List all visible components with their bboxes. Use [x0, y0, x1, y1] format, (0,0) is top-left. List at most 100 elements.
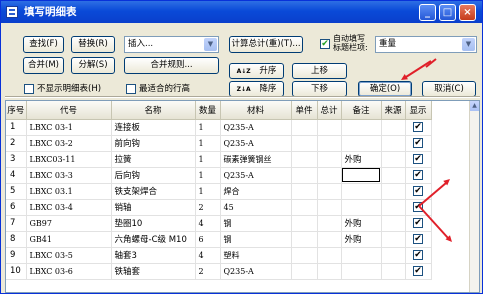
- split-button[interactable]: 分解(S): [71, 57, 115, 74]
- hide-detail-checkbox[interactable]: [24, 84, 34, 94]
- show-checkbox[interactable]: ✔: [413, 153, 423, 164]
- material-cell[interactable]: Q235-A: [220, 135, 292, 152]
- note-cell[interactable]: [341, 135, 382, 152]
- show-cell[interactable]: ✔: [405, 167, 432, 184]
- qty-cell[interactable]: 1: [195, 167, 221, 184]
- note-cell[interactable]: 外购: [341, 215, 382, 232]
- code-cell[interactable]: LBXC03-11: [26, 151, 112, 168]
- source-cell[interactable]: [381, 263, 406, 280]
- seq-cell[interactable]: 1: [6, 119, 27, 136]
- show-checkbox[interactable]: ✔: [413, 169, 423, 180]
- column-header[interactable]: 来源: [381, 101, 406, 120]
- seq-cell[interactable]: 7: [6, 215, 27, 232]
- autofill-checkbox[interactable]: ✔: [320, 39, 330, 49]
- scroll-up-icon[interactable]: ▲: [470, 101, 479, 111]
- total-weight-cell[interactable]: [317, 231, 342, 248]
- seq-cell[interactable]: 2: [6, 135, 27, 152]
- table-row[interactable]: 2 LBXC 03-2 前向钩 1 Q235-A ✔: [6, 135, 432, 152]
- total-weight-cell[interactable]: [317, 247, 342, 264]
- seq-cell[interactable]: 5: [6, 183, 27, 200]
- calc-total-button[interactable]: 计算总计(重)(T)...: [229, 36, 303, 53]
- replace-button[interactable]: 替换(R): [71, 36, 115, 53]
- material-cell[interactable]: Q235-A: [220, 263, 292, 280]
- qty-cell[interactable]: 4: [195, 247, 221, 264]
- qty-cell[interactable]: 2: [195, 199, 221, 216]
- material-cell[interactable]: Q235-A: [220, 119, 292, 136]
- total-weight-cell[interactable]: [317, 263, 342, 280]
- code-cell[interactable]: LBXC 03-2: [26, 135, 112, 152]
- sort-desc-button[interactable]: Z↓A 降序: [229, 81, 284, 97]
- unit-weight-cell[interactable]: [291, 183, 318, 200]
- source-cell[interactable]: [381, 119, 406, 136]
- move-down-button[interactable]: 下移: [292, 81, 347, 97]
- note-cell[interactable]: [341, 199, 382, 216]
- note-cell[interactable]: [341, 263, 382, 280]
- unit-weight-cell[interactable]: [291, 247, 318, 264]
- note-cell[interactable]: [341, 183, 382, 200]
- table-row[interactable]: 8 GB41 六角螺母-C级 M10 6 钢 外购 ✔: [6, 231, 432, 248]
- show-cell[interactable]: ✔: [405, 231, 432, 248]
- seq-cell[interactable]: 10: [6, 263, 27, 280]
- material-cell[interactable]: 碳素弹簧钢丝: [220, 151, 292, 168]
- ok-button[interactable]: 确定(O): [358, 81, 412, 97]
- code-cell[interactable]: GB41: [26, 231, 112, 248]
- material-cell[interactable]: 45: [220, 199, 292, 216]
- qty-cell[interactable]: 2: [195, 263, 221, 280]
- best-row-height-checkbox[interactable]: [126, 84, 136, 94]
- source-cell[interactable]: [381, 183, 406, 200]
- table-row[interactable]: 10 LBXC 03-6 铁轴套 2 Q235-A ✔: [6, 263, 432, 280]
- show-checkbox[interactable]: ✔: [413, 201, 423, 212]
- source-cell[interactable]: [381, 167, 406, 184]
- name-cell[interactable]: 连接板: [111, 119, 196, 136]
- source-cell[interactable]: [381, 199, 406, 216]
- total-weight-cell[interactable]: [317, 135, 342, 152]
- code-cell[interactable]: GB97: [26, 215, 112, 232]
- source-cell[interactable]: [381, 151, 406, 168]
- qty-cell[interactable]: 1: [195, 183, 221, 200]
- name-cell[interactable]: 销轴: [111, 199, 196, 216]
- show-cell[interactable]: ✔: [405, 247, 432, 264]
- qty-cell[interactable]: 1: [195, 119, 221, 136]
- total-weight-cell[interactable]: [317, 167, 342, 184]
- table-row[interactable]: 1 LBXC 03-1 连接板 1 Q235-A ✔: [6, 119, 432, 136]
- qty-cell[interactable]: 1: [195, 135, 221, 152]
- name-cell[interactable]: 后向钩: [111, 167, 196, 184]
- seq-cell[interactable]: 4: [6, 167, 27, 184]
- unit-weight-cell[interactable]: [291, 263, 318, 280]
- show-checkbox[interactable]: ✔: [413, 249, 423, 260]
- show-checkbox[interactable]: ✔: [413, 233, 423, 244]
- detail-table[interactable]: 序号 代号 名称 数量 材料 单件 总计 备注 来源 显示 1 LBXC 03-1…: [5, 100, 480, 293]
- minimize-button[interactable]: _: [419, 4, 436, 21]
- note-cell[interactable]: [341, 167, 382, 184]
- unit-weight-cell[interactable]: [291, 119, 318, 136]
- material-cell[interactable]: 钢: [220, 231, 292, 248]
- insert-select[interactable]: 插入... ▼: [124, 36, 219, 53]
- source-cell[interactable]: [381, 247, 406, 264]
- merge-button[interactable]: 合并(M): [23, 57, 64, 74]
- sort-asc-button[interactable]: A↓Z 升序: [229, 63, 284, 79]
- show-cell[interactable]: ✔: [405, 183, 432, 200]
- column-header[interactable]: 材料: [220, 101, 292, 120]
- name-cell[interactable]: 前向钩: [111, 135, 196, 152]
- note-cell[interactable]: 外购: [341, 231, 382, 248]
- show-cell[interactable]: ✔: [405, 215, 432, 232]
- name-cell[interactable]: 铁轴套: [111, 263, 196, 280]
- source-cell[interactable]: [381, 231, 406, 248]
- table-row[interactable]: 3 LBXC03-11 拉簧 1 碳素弹簧钢丝 外购 ✔: [6, 151, 432, 168]
- unit-weight-cell[interactable]: [291, 199, 318, 216]
- unit-weight-cell[interactable]: [291, 167, 318, 184]
- total-weight-cell[interactable]: [317, 151, 342, 168]
- total-weight-cell[interactable]: [317, 199, 342, 216]
- total-weight-cell[interactable]: [317, 119, 342, 136]
- material-cell[interactable]: Q235-A: [220, 167, 292, 184]
- seq-cell[interactable]: 8: [6, 231, 27, 248]
- column-header[interactable]: 代号: [26, 101, 112, 120]
- column-header[interactable]: 总计: [317, 101, 342, 120]
- table-row[interactable]: 6 LBXC 03-4 销轴 2 45 ✔: [6, 199, 432, 216]
- cancel-button[interactable]: 取消(C): [422, 81, 476, 97]
- unit-weight-cell[interactable]: [291, 231, 318, 248]
- seq-cell[interactable]: 6: [6, 199, 27, 216]
- column-header[interactable]: 数量: [195, 101, 221, 120]
- table-row[interactable]: 9 LBXC 03-5 轴套3 4 塑料 ✔: [6, 247, 432, 264]
- note-cell[interactable]: [341, 247, 382, 264]
